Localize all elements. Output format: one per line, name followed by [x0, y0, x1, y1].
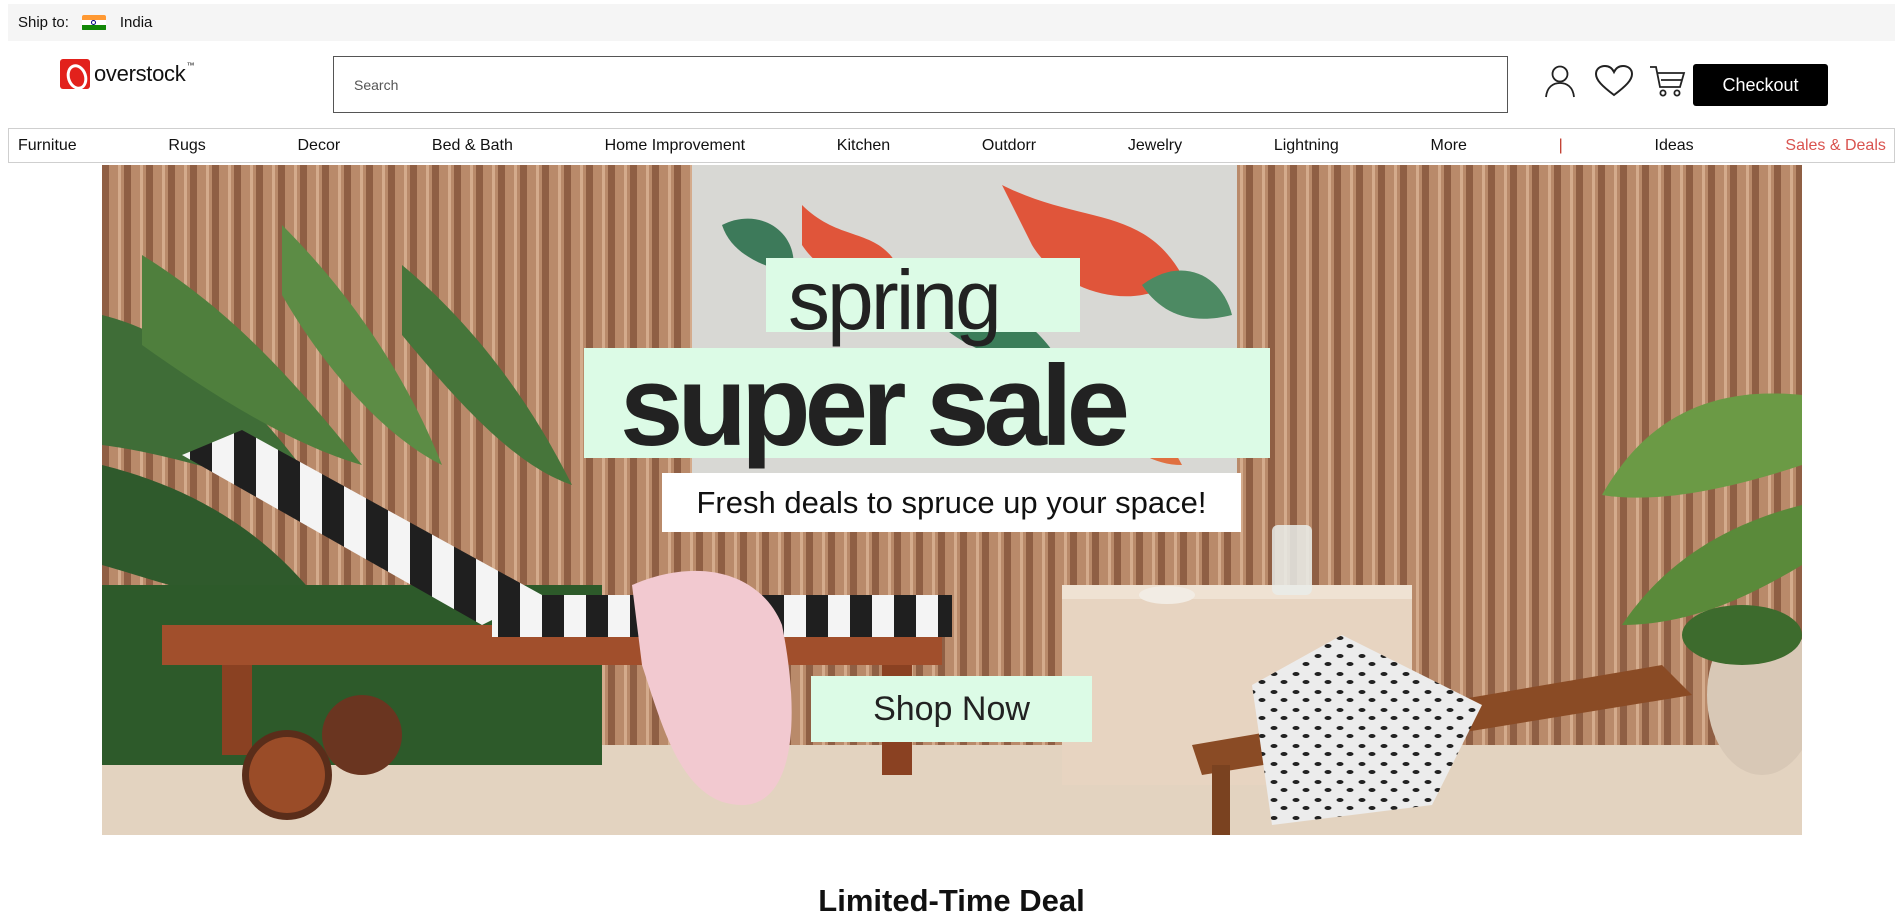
- nav-item-home-improvement[interactable]: Home Improvement: [605, 137, 746, 155]
- site-header: overstock™ Checkout: [0, 41, 1903, 127]
- section-title: Limited-Time Deal: [818, 883, 1085, 918]
- cart-icon[interactable]: [1648, 61, 1688, 101]
- nav-item-outdoor[interactable]: Outdorr: [982, 137, 1036, 155]
- header-actions: [1540, 61, 1688, 101]
- checkout-button[interactable]: Checkout: [1693, 64, 1828, 106]
- hero-tagline: Fresh deals to spruce up your space!: [662, 473, 1241, 532]
- nav-item-bed-bath[interactable]: Bed & Bath: [432, 137, 513, 155]
- ship-to-label: Ship to:: [18, 14, 69, 31]
- nav-item-ideas[interactable]: Ideas: [1655, 137, 1694, 155]
- shop-now-button[interactable]: Shop Now: [811, 676, 1092, 742]
- search-box[interactable]: [333, 56, 1508, 113]
- category-nav: Furnitue Rugs Decor Bed & Bath Home Impr…: [8, 128, 1895, 163]
- india-flag-icon[interactable]: [81, 14, 106, 31]
- nav-item-jewelry[interactable]: Jewelry: [1128, 137, 1182, 155]
- nav-separator: |: [1558, 136, 1563, 154]
- nav-item-furniture[interactable]: Furnitue: [18, 137, 77, 155]
- nav-item-rugs[interactable]: Rugs: [168, 137, 205, 155]
- nav-item-sales-deals[interactable]: Sales & Deals: [1785, 137, 1886, 155]
- nav-item-more[interactable]: More: [1430, 137, 1466, 155]
- nav-item-kitchen[interactable]: Kitchen: [837, 137, 890, 155]
- search-input[interactable]: [354, 76, 1507, 93]
- heart-icon[interactable]: [1594, 61, 1634, 101]
- logo-mark-icon: [60, 59, 90, 89]
- ship-to-bar: Ship to: India: [8, 4, 1895, 41]
- ship-to-country[interactable]: India: [120, 14, 153, 31]
- logo-wordmark: overstock™: [94, 61, 195, 86]
- nav-item-lighting[interactable]: Lightning: [1274, 137, 1339, 155]
- account-icon[interactable]: [1540, 61, 1580, 101]
- hero-headline-super-sale: super sale: [584, 348, 1270, 464]
- hero-banner[interactable]: spring super sale Fresh deals to spruce …: [102, 165, 1802, 835]
- nav-item-decor[interactable]: Decor: [298, 137, 341, 155]
- hero-headline-spring: spring: [766, 258, 1080, 342]
- overstock-logo[interactable]: overstock™: [60, 59, 194, 89]
